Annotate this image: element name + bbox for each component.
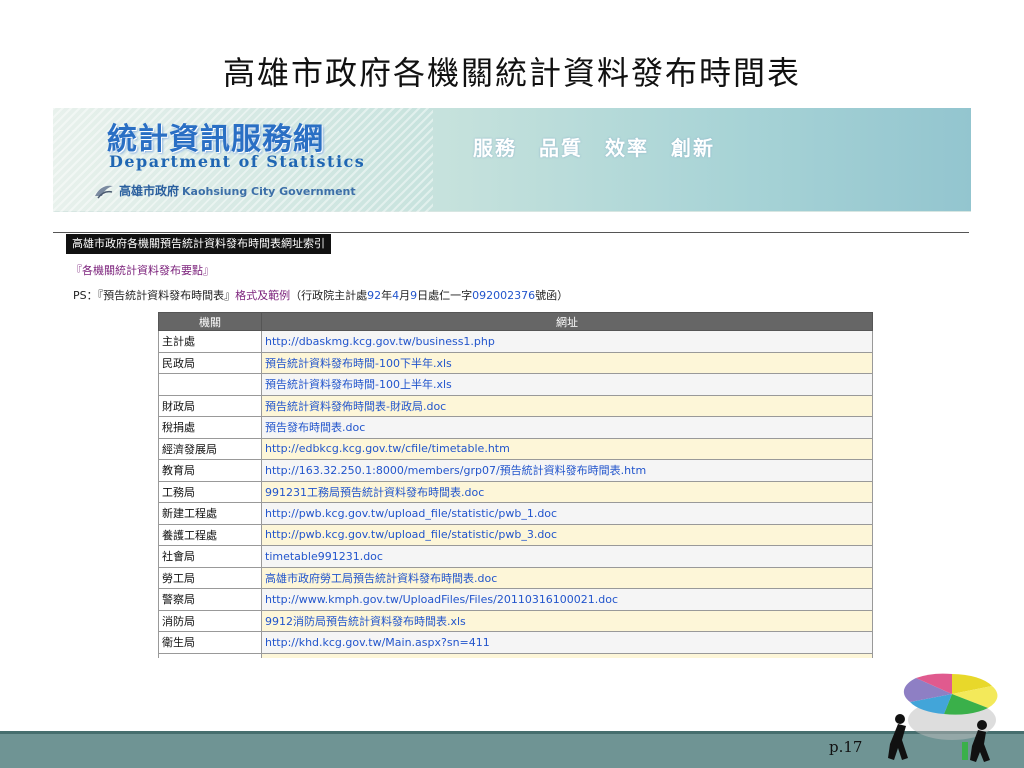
agency-name-cell: 經濟發展局 bbox=[158, 437, 262, 460]
url-link-cell[interactable]: timetable991231.doc bbox=[261, 545, 873, 568]
ps-ref-number: 92 bbox=[367, 289, 382, 302]
url-link-cell[interactable]: http://edbkcg.kcg.gov.tw/cfile/timetable… bbox=[261, 437, 873, 460]
url-link-cell[interactable]: http://dbaskmg.kcg.gov.tw/business1.php bbox=[261, 330, 873, 353]
slogan-item: 品質 bbox=[539, 136, 583, 160]
url-link-cell[interactable]: 991231工務局預告統計資料發布時間表.doc bbox=[261, 480, 873, 503]
site-banner: 統計資訊服務網 Department of Statistics 高雄市政府 Ka… bbox=[53, 108, 971, 212]
url-link-cell[interactable]: http://pwb.kcg.gov.tw/upload_file/statis… bbox=[261, 523, 873, 546]
url-link-cell[interactable]: 9912消防局預告統計資料發布時間表.xls bbox=[261, 609, 873, 632]
agency-name-cell: 養護工程處 bbox=[158, 523, 262, 546]
agency-name-cell bbox=[158, 373, 262, 396]
agency-name-cell: 警察局 bbox=[158, 588, 262, 611]
agency-name-cell: 勞工局 bbox=[158, 566, 262, 589]
city-emblem-icon bbox=[95, 185, 113, 199]
ps-ref-text: 號函） bbox=[535, 289, 569, 302]
url-link-cell[interactable]: http://khd.kcg.gov.tw/Main.aspx?sn=411 bbox=[261, 631, 873, 654]
table-row: 預告統計資料發布時間-100上半年.xls bbox=[158, 373, 873, 396]
column-header-url: 網址 bbox=[261, 312, 873, 331]
index-title: 高雄市政府各機關預告統計資料發布時間表網址索引 bbox=[66, 234, 331, 254]
table-row: 工務局 991231工務局預告統計資料發布時間表.doc bbox=[158, 480, 873, 503]
agency-name-cell: 衛生局 bbox=[158, 631, 262, 654]
website-screenshot: 統計資訊服務網 Department of Statistics 高雄市政府 Ka… bbox=[53, 108, 971, 658]
agency-name-cell: 社會局 bbox=[158, 545, 262, 568]
table-row: 經濟發展局 http://edbkcg.kcg.gov.tw/cfile/time… bbox=[158, 437, 873, 460]
ps-ref-number: 092002376 bbox=[472, 289, 536, 302]
divider bbox=[53, 232, 969, 233]
url-link-cell[interactable]: 高雄市政府勞工局預告統計資料發布時間表.doc bbox=[261, 566, 873, 589]
agency-name-cell: 民政局 bbox=[158, 351, 262, 374]
url-link-cell[interactable]: http://www.kmph.gov.tw/UploadFiles/Files… bbox=[261, 588, 873, 611]
url-link-cell[interactable]: 預告統計資料發布時間-100上半年.xls bbox=[261, 373, 873, 396]
slogan: 服務 品質 效率 創新 bbox=[473, 132, 715, 161]
slogan-item: 效率 bbox=[605, 136, 649, 160]
key-points-link[interactable]: 『各機關統計資料發布要點』 bbox=[71, 262, 214, 278]
table-row: 環保局http://... bbox=[158, 652, 873, 658]
table-row: 稅捐處 預告發布時間表.doc bbox=[158, 416, 873, 439]
url-link-cell[interactable]: http://pwb.kcg.gov.tw/upload_file/statis… bbox=[261, 502, 873, 525]
agency-name-cell: 工務局 bbox=[158, 480, 262, 503]
ps-note: PS：『預告統計資料發布時間表』格式及範例（行政院主計處92年4月9日處仁一字0… bbox=[73, 287, 568, 303]
agency-name-cell: 稅捐處 bbox=[158, 416, 262, 439]
ps-ref-text: 日處仁一字 bbox=[417, 289, 473, 302]
table-row: 警察局 http://www.kmph.gov.tw/UploadFiles/Fi… bbox=[158, 588, 873, 611]
ps-doc-title: 『預告統計資料發布時間表』 bbox=[97, 289, 236, 302]
agency-name-cell: 消防局 bbox=[158, 609, 262, 632]
slide-title: 高雄市政府各機關統計資料發布時間表 bbox=[222, 54, 801, 92]
city-government-name-en: Kaohsiung City Government bbox=[182, 185, 356, 198]
format-example-link[interactable]: 格式及範例 bbox=[235, 289, 290, 302]
table-row: 主計處 http://dbaskmg.kcg.gov.tw/business1.p… bbox=[158, 330, 873, 353]
url-link-cell[interactable]: http://163.32.250.1:8000/members/grp07/預… bbox=[261, 459, 873, 482]
pie-chart-people-logo bbox=[888, 673, 998, 762]
table-row: 勞工局 高雄市政府勞工局預告統計資料發布時間表.doc bbox=[158, 566, 873, 589]
table-row: 衛生局 http://khd.kcg.gov.tw/Main.aspx?sn=41… bbox=[158, 631, 873, 654]
table-row: 消防局 9912消防局預告統計資料發布時間表.xls bbox=[158, 609, 873, 632]
city-government-name-zh: 高雄市政府 bbox=[119, 184, 180, 198]
table-row: 教育局 http://163.32.250.1:8000/members/grp0… bbox=[158, 459, 873, 482]
agency-name-cell: 財政局 bbox=[158, 394, 262, 417]
ps-ref-text: （行政院主計處 bbox=[290, 289, 368, 302]
url-link-cell[interactable]: 預告統計資料發佈時間表-財政局.doc bbox=[261, 394, 873, 417]
footer-bar bbox=[0, 731, 1024, 768]
url-link-cell[interactable]: 預告發布時間表.doc bbox=[261, 416, 873, 439]
ps-label: PS： bbox=[73, 289, 98, 302]
agency-name-cell: 環保局 bbox=[158, 652, 262, 658]
agency-name-cell: 主計處 bbox=[158, 330, 262, 353]
table-row: 民政局 預告統計資料發布時間-100下半年.xls bbox=[158, 351, 873, 374]
table-row: 社會局 timetable991231.doc bbox=[158, 545, 873, 568]
page-content: 高雄市政府各機關預告統計資料發布時間表網址索引 『各機關統計資料發布要點』 PS… bbox=[53, 232, 971, 658]
url-link-cell[interactable]: 預告統計資料發布時間-100下半年.xls bbox=[261, 351, 873, 374]
page-number: p.17 bbox=[829, 738, 863, 756]
table-body: 主計處 http://dbaskmg.kcg.gov.tw/business1.p… bbox=[158, 330, 873, 658]
table-header-row: 機關 網址 bbox=[158, 312, 873, 331]
column-header-agency: 機關 bbox=[158, 312, 262, 331]
agency-name-cell: 新建工程處 bbox=[158, 502, 262, 525]
table-row: 新建工程處 http://pwb.kcg.gov.tw/upload_file/s… bbox=[158, 502, 873, 525]
agency-name-cell: 教育局 bbox=[158, 459, 262, 482]
slogan-item: 服務 bbox=[473, 136, 517, 160]
ps-ref-text: 年 bbox=[381, 289, 393, 302]
city-government-name: 高雄市政府 Kaohsiung City Government bbox=[119, 182, 356, 199]
table-row: 財政局 預告統計資料發佈時間表-財政局.doc bbox=[158, 394, 873, 417]
slogan-item: 創新 bbox=[671, 136, 715, 160]
table-row: 養護工程處 http://pwb.kcg.gov.tw/upload_file/s… bbox=[158, 523, 873, 546]
agency-url-table: 機關 網址 主計處 http://dbaskmg.kcg.gov.tw/busin… bbox=[158, 312, 873, 658]
url-link-cell[interactable]: http://... bbox=[261, 652, 873, 658]
department-name: Department of Statistics bbox=[109, 152, 366, 171]
ps-ref-text: 月 bbox=[399, 289, 411, 302]
